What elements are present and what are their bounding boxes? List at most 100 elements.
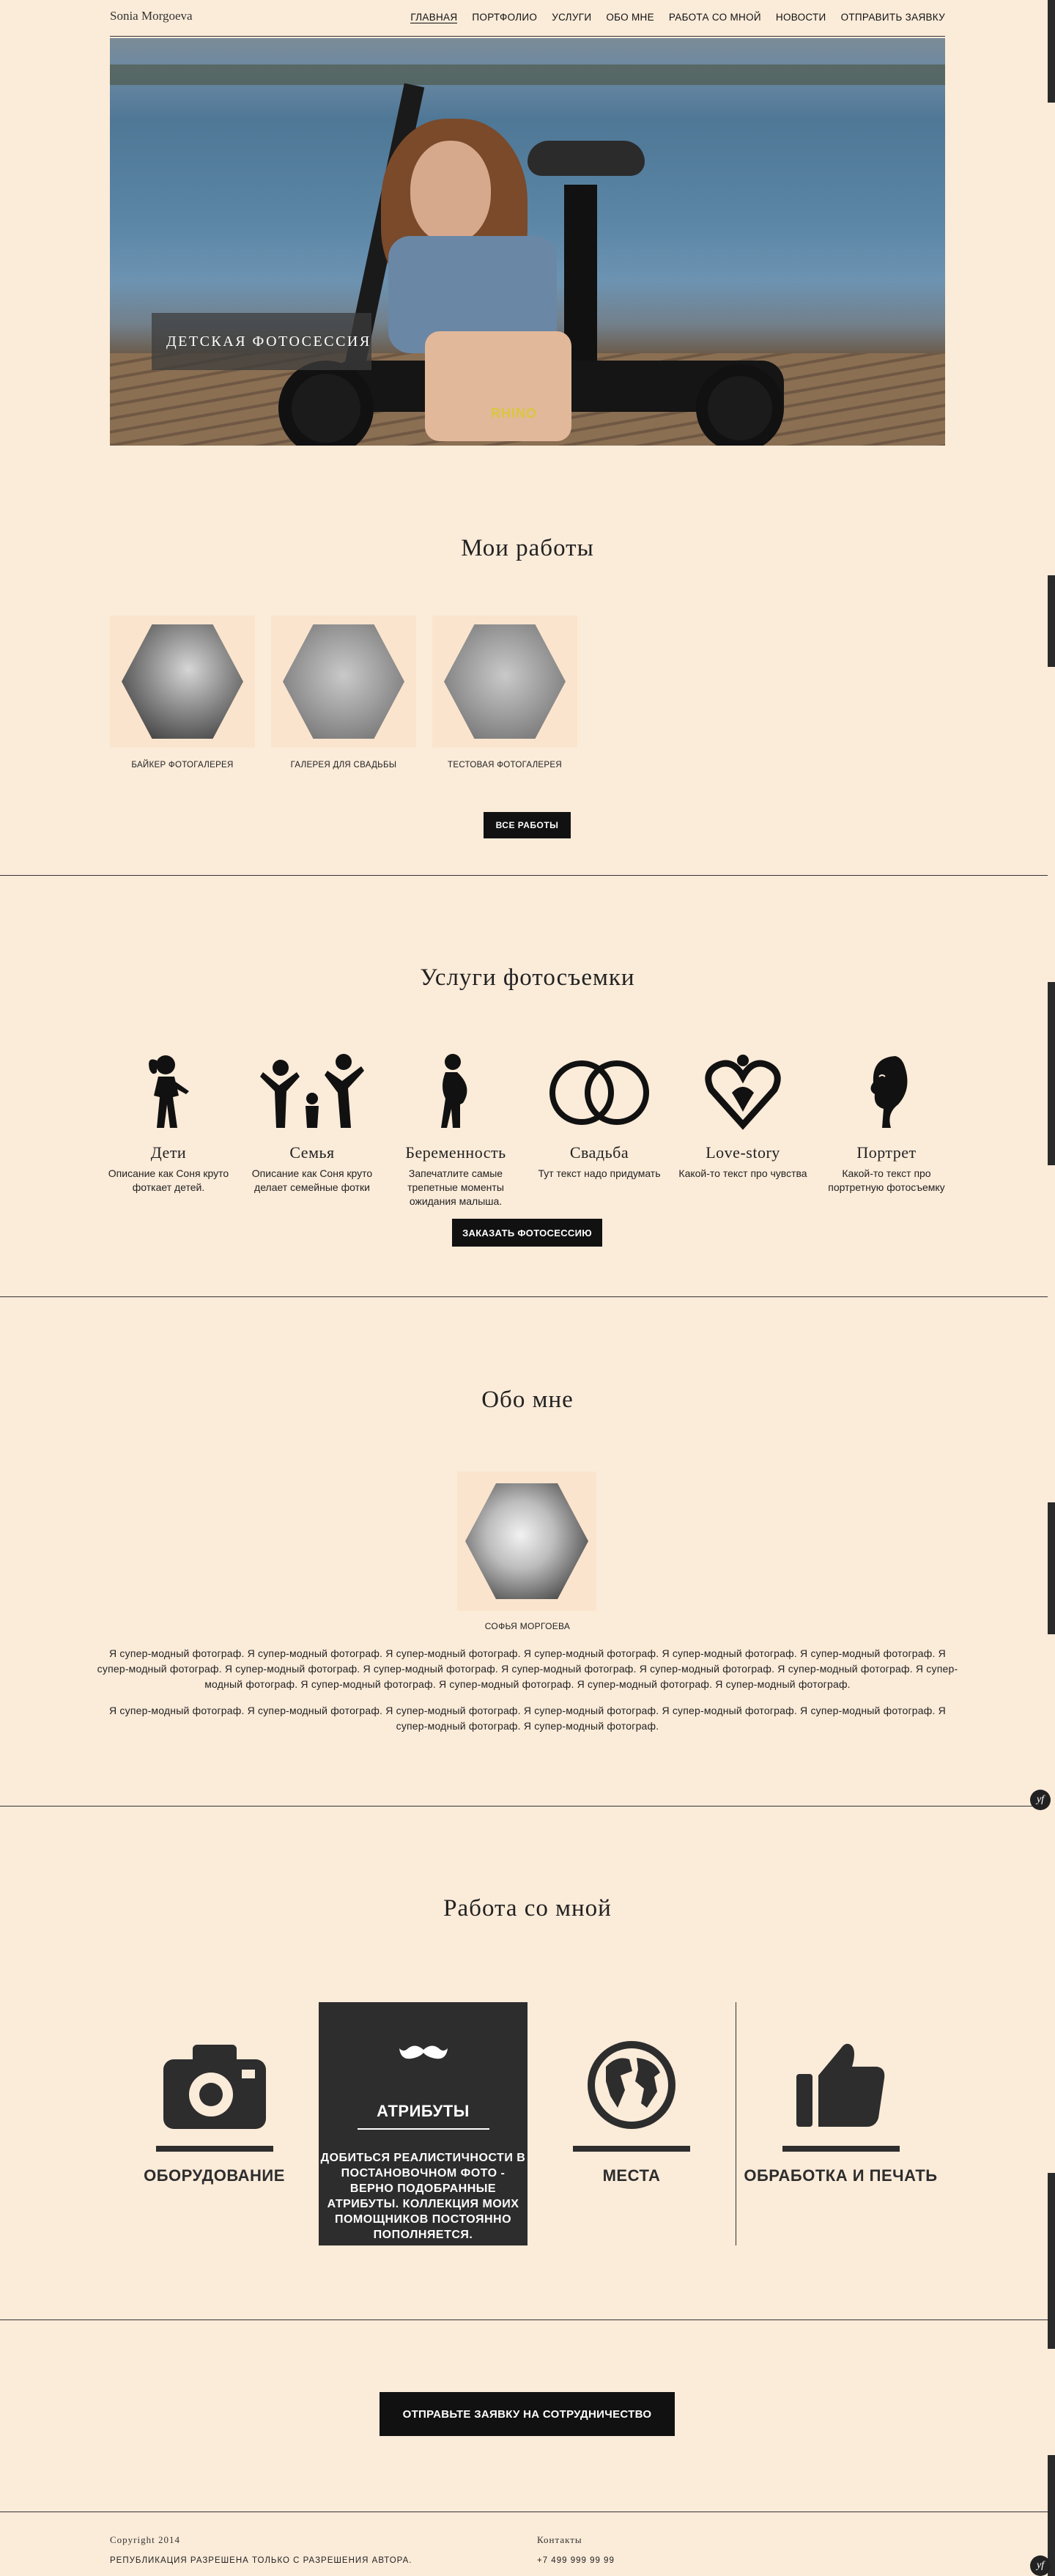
- wwm-bar: [155, 2146, 273, 2152]
- mustache-icon: [319, 2031, 528, 2075]
- hero-caption[interactable]: ДЕТСКАЯ ФОТОСЕССИЯ: [152, 313, 371, 370]
- about-paragraph: Я супер-модный фотограф. Я супер-модный …: [109, 1705, 946, 1732]
- services-list: Дети Описание как Соня круто фоткает дет…: [103, 1048, 952, 1208]
- main-nav: ГЛАВНАЯ ПОРТФОЛИО УСЛУГИ ОБО МНЕ РАБОТА …: [410, 12, 945, 23]
- section-divider: [0, 1296, 1048, 1297]
- scroll-marker: [1048, 2173, 1055, 2349]
- service-name: Портрет: [856, 1143, 917, 1162]
- service-desc: Какой-то текст про чувства: [678, 1167, 807, 1179]
- footer-left: Copyright 2014 РЕПУБЛИКАЦИЯ РАЗРЕШЕНА ТО…: [110, 2534, 412, 2565]
- thumbs-up-icon: [736, 2037, 945, 2133]
- portrait-icon: [821, 1048, 952, 1136]
- scooter-rear-wheel: [696, 364, 784, 446]
- service-desc: Описание как Соня круто фоткает детей.: [108, 1167, 229, 1193]
- service-item[interactable]: Свадьба Тут текст надо придумать: [533, 1048, 665, 1208]
- child-icon: [103, 1048, 234, 1136]
- contacts-title: Контакты: [537, 2534, 582, 2545]
- hero-slider[interactable]: RHINO ДЕТСКАЯ ФОТОСЕССИЯ: [110, 38, 945, 446]
- widget-badge[interactable]: yf: [1030, 2555, 1051, 2576]
- girl-face: [410, 141, 491, 243]
- widget-badge[interactable]: yf: [1030, 1790, 1051, 1810]
- photo-hexagon: [465, 1483, 588, 1599]
- nav-send-request[interactable]: ОТПРАВИТЬ ЗАЯВКУ: [841, 12, 945, 23]
- portfolio-item[interactable]: БАЙКЕР ФОТОГАЛЕРЕЯ: [110, 616, 255, 770]
- brand-logo[interactable]: Sonia Morgoeva: [110, 9, 193, 23]
- camera-icon: [110, 2037, 319, 2133]
- wwm-desc: ДОБИТЬСЯ РЕАЛИСТИЧНОСТИ В ПОСТАНОВОЧНОМ …: [320, 2152, 526, 2241]
- portfolio-thumb[interactable]: [271, 616, 416, 748]
- scroll-marker: [1048, 982, 1055, 1165]
- photo-hexagon: [283, 624, 404, 739]
- nav-portfolio[interactable]: ПОРТФОЛИО: [472, 12, 537, 23]
- service-desc: Описание как Соня круто делает семейные …: [251, 1167, 373, 1193]
- wwm-bar: [573, 2146, 690, 2152]
- work-with-me-grid: ОБОРУДОВАНИЕ АТРИБУТЫ ДОБИТЬСЯ РЕАЛИСТИЧ…: [110, 2002, 945, 2245]
- service-name: Love-story: [706, 1143, 780, 1162]
- copyright-text: Copyright 2014: [110, 2534, 180, 2545]
- service-item[interactable]: Love-story Какой-то текст про чувства: [677, 1048, 809, 1208]
- heart-icon: [677, 1048, 809, 1136]
- nav-services[interactable]: УСЛУГИ: [552, 12, 591, 23]
- site-header: Sonia Morgoeva ГЛАВНАЯ ПОРТФОЛИО УСЛУГИ …: [110, 0, 945, 37]
- service-item[interactable]: Портрет Какой-то текст про портретную фо…: [821, 1048, 952, 1208]
- section-divider: [0, 875, 1048, 876]
- nav-home[interactable]: ГЛАВНАЯ: [410, 12, 458, 23]
- portfolio-title: Мои работы: [461, 535, 594, 561]
- portfolio-item-label[interactable]: ГАЛЕРЕЯ ДЛЯ СВАДЬБЫ: [271, 761, 416, 770]
- rings-icon: [533, 1048, 665, 1136]
- service-name: Семья: [289, 1143, 335, 1162]
- phone-number[interactable]: +7 499 999 99 99: [537, 2556, 615, 2565]
- portfolio-item-label[interactable]: БАЙКЕР ФОТОГАЛЕРЕЯ: [110, 761, 255, 770]
- service-name: Свадьба: [569, 1143, 629, 1162]
- service-item[interactable]: Семья Описание как Соня круто делает сем…: [246, 1048, 378, 1208]
- photo-hexagon: [122, 624, 243, 739]
- about-paragraph: Я супер-модный фотограф. Я супер-модный …: [97, 1647, 958, 1690]
- wwm-item[interactable]: ОБРАБОТКА И ПЕЧАТЬ: [736, 2002, 945, 2245]
- nav-work-with-me[interactable]: РАБОТА СО МНОЙ: [669, 12, 761, 23]
- service-desc: Запечатлите самые трепетные моменты ожид…: [407, 1167, 504, 1207]
- scroll-marker: [1048, 2455, 1055, 2576]
- globe-icon: [528, 2037, 736, 2133]
- scroll-marker: [1048, 575, 1055, 667]
- service-name: Беременность: [405, 1143, 506, 1162]
- service-item[interactable]: Беременность Запечатлите самые трепетные…: [390, 1048, 522, 1208]
- nav-news[interactable]: НОВОСТИ: [776, 12, 826, 23]
- wwm-title: ОБОРУДОВАНИЕ: [144, 2166, 285, 2185]
- partnership-request-button[interactable]: ОТПРАВЬТЕ ЗАЯВКУ НА СОТРУДНИЧЕСТВО: [380, 2392, 675, 2436]
- photo-hexagon: [444, 624, 566, 739]
- wwm-item-active[interactable]: АТРИБУТЫ ДОБИТЬСЯ РЕАЛИСТИЧНОСТИ В ПОСТА…: [319, 2002, 528, 2245]
- about-photo: [457, 1472, 596, 1611]
- wwm-item[interactable]: МЕСТА: [528, 2002, 736, 2245]
- portfolio-grid: БАЙКЕР ФОТОГАЛЕРЕЯ ГАЛЕРЕЯ ДЛЯ СВАДЬБЫ Т…: [110, 616, 577, 770]
- scroll-marker: [1048, 1502, 1055, 1634]
- service-desc: Какой-то текст про портретную фотосъемку: [828, 1167, 945, 1193]
- portfolio-item[interactable]: ГАЛЕРЕЯ ДЛЯ СВАДЬБЫ: [271, 616, 416, 770]
- hero-shoreline: [110, 64, 945, 85]
- wwm-title: АТРИБУТЫ: [377, 2102, 470, 2120]
- footer-contacts: Контакты +7 499 999 99 99: [537, 2534, 615, 2565]
- scroll-marker: [1048, 0, 1055, 103]
- portfolio-thumb[interactable]: [110, 616, 255, 748]
- service-desc: Тут текст надо придумать: [538, 1167, 661, 1179]
- wwm-title: ОБРАБОТКА И ПЕЧАТЬ: [744, 2166, 938, 2185]
- all-works-button[interactable]: ВСЕ РАБОТЫ: [484, 812, 571, 838]
- wwm-item[interactable]: ОБОРУДОВАНИЕ: [110, 2002, 319, 2245]
- nav-about[interactable]: ОБО МНЕ: [606, 12, 654, 23]
- about-name: СОФЬЯ МОРГОЕВА: [484, 1621, 571, 1631]
- portfolio-thumb[interactable]: [432, 616, 577, 748]
- pregnancy-icon: [390, 1048, 522, 1136]
- section-divider: [0, 2319, 1048, 2320]
- scooter-seat: [528, 141, 645, 176]
- about-title: Обо мне: [481, 1387, 574, 1413]
- service-item[interactable]: Дети Описание как Соня круто фоткает дет…: [103, 1048, 234, 1208]
- portfolio-item-label[interactable]: ТЕСТОВАЯ ФОТОГАЛЕРЕЯ: [432, 761, 577, 770]
- service-name: Дети: [150, 1143, 187, 1162]
- girl-legs: [425, 331, 571, 441]
- wwm-bar: [782, 2146, 900, 2152]
- order-session-button[interactable]: ЗАКАЗАТЬ ФОТОСЕССИЮ: [452, 1219, 602, 1247]
- work-with-me-title: Работа со мной: [443, 1895, 612, 1922]
- portfolio-item[interactable]: ТЕСТОВАЯ ФОТОГАЛЕРЕЯ: [432, 616, 577, 770]
- scooter-brand-label: RHINO: [491, 406, 537, 421]
- republication-notice: РЕПУБЛИКАЦИЯ РАЗРЕШЕНА ТОЛЬКО С РАЗРЕШЕН…: [110, 2556, 412, 2565]
- family-icon: [246, 1048, 378, 1136]
